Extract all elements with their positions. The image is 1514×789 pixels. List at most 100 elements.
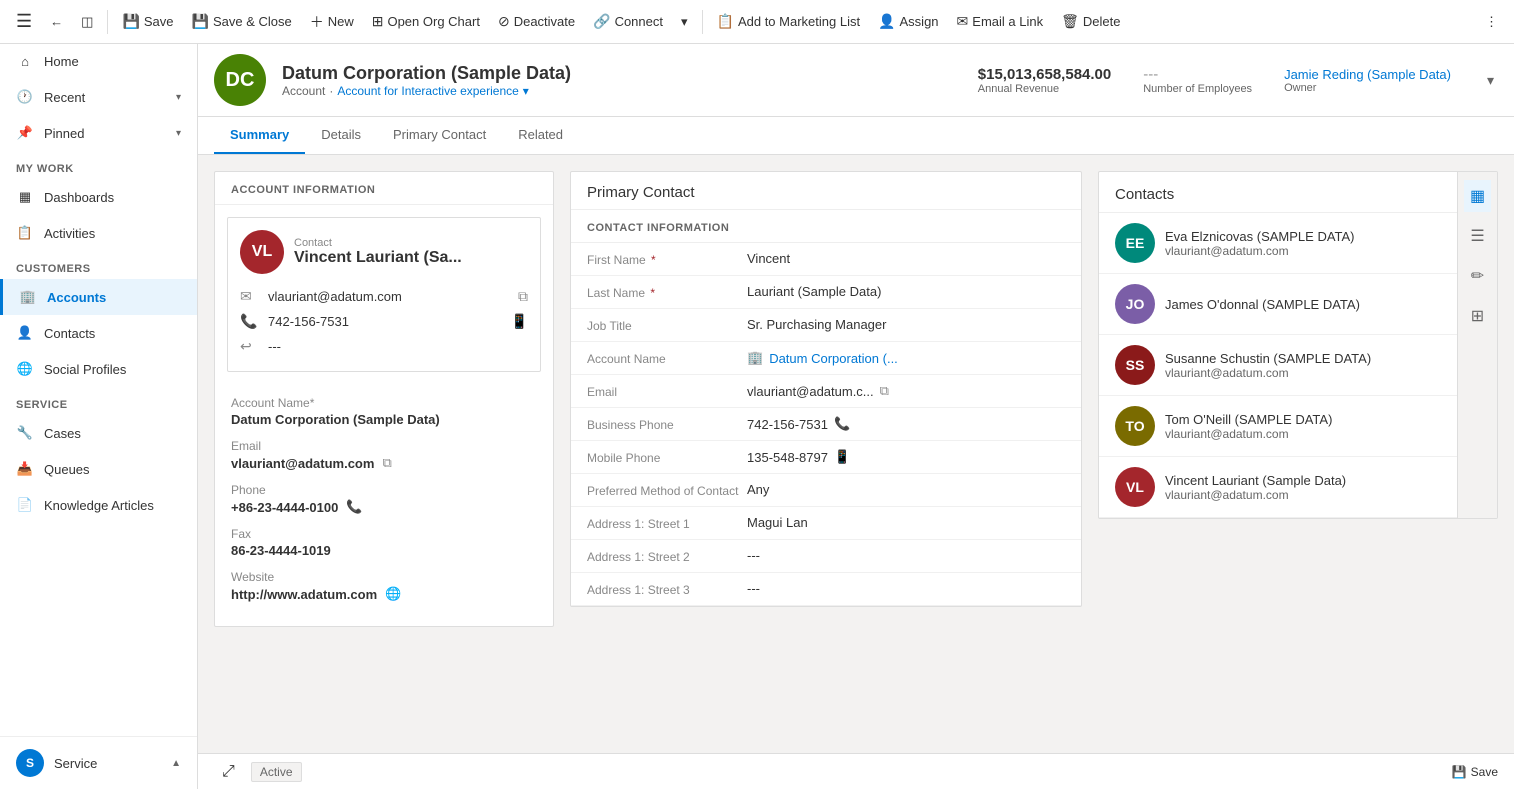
expand-form-button[interactable]: ⤢ (214, 759, 243, 785)
contact-extra-row: ↩ --- (240, 334, 528, 359)
vl-email: vlauriant@adatum.com (1165, 488, 1455, 502)
phone-field-row: +86-23-4444-0100 📞 (231, 499, 537, 515)
experience-chevron-icon: ▾ (523, 84, 529, 98)
field-phone: Phone +86-23-4444-0100 📞 (231, 483, 537, 515)
ee-name[interactable]: Eva Elznicovas (SAMPLE DATA) (1165, 229, 1455, 244)
service-section-label: Service (0, 387, 197, 415)
email-link-icon: ✉ (957, 13, 969, 30)
tab-summary[interactable]: Summary (214, 117, 305, 154)
call-icon[interactable]: 📱 (511, 313, 528, 330)
email-copy-icon[interactable]: ⧉ (382, 455, 391, 471)
vl-name[interactable]: Vincent Lauriant (Sample Data) (1165, 473, 1455, 488)
phone-field-value[interactable]: +86-23-4444-0100 (231, 500, 338, 515)
contacts-icon: 👤 (16, 325, 34, 341)
recent-chevron-icon: ▾ (176, 92, 181, 103)
open-org-chart-button[interactable]: ⊞ Open Org Chart (364, 9, 488, 34)
connect-chevron-button[interactable]: ▾ (673, 10, 696, 34)
service-avatar: S (16, 749, 44, 777)
sidebar-item-queues[interactable]: 📥 Queues (0, 451, 197, 487)
copy-email-icon[interactable]: ⧉ (518, 288, 528, 305)
contact-email-copy-icon[interactable]: ⧉ (880, 383, 889, 399)
expand-button[interactable]: ▾ (1483, 68, 1498, 93)
owner-value[interactable]: Jamie Reding (Sample Data) (1284, 67, 1451, 82)
entity-experience-link[interactable]: Account for Interactive experience (337, 84, 518, 98)
last-name-value[interactable]: Lauriant (Sample Data) (747, 284, 1065, 299)
tab-primary-contact[interactable]: Primary Contact (377, 117, 502, 154)
contact-account-name-label: Account Name (587, 350, 747, 366)
right-sidebar-grid-icon[interactable]: ▦ (1464, 180, 1491, 212)
list-item: EE Eva Elznicovas (SAMPLE DATA) vlaurian… (1099, 213, 1497, 274)
delete-icon: 🗑 (1061, 13, 1079, 30)
status-save-icon: 💾 (1452, 765, 1467, 779)
status-save-label[interactable]: Save (1471, 765, 1498, 779)
fax-field-value[interactable]: 86-23-4444-1019 (231, 543, 537, 558)
preferred-contact-value[interactable]: Any (747, 482, 1065, 497)
sidebar-footer-service[interactable]: S Service ▲ (0, 737, 197, 789)
annual-revenue-meta: $15,013,658,584.00 Annual Revenue (978, 66, 1111, 95)
num-employees-value: --- (1143, 66, 1252, 83)
contact-card-name: Vincent Lauriant (Sa... (294, 249, 462, 267)
sidebar-item-dashboards[interactable]: ▦ Dashboards (0, 179, 197, 215)
my-work-section-label: My Work (0, 151, 197, 179)
contact-email-form-value: vlauriant@adatum.c... ⧉ (747, 383, 1065, 399)
form-view-button[interactable]: ◫ (73, 10, 101, 34)
ee-avatar: EE (1115, 223, 1155, 263)
sidebar-item-recent[interactable]: 🕐 Recent ▾ (0, 79, 197, 115)
org-chart-icon: ⊞ (372, 13, 384, 30)
phone-call-icon[interactable]: 📞 (346, 499, 362, 515)
sidebar-item-knowledge[interactable]: 📄 Knowledge Articles (0, 487, 197, 523)
sidebar: ⌂ Home 🕐 Recent ▾ 📌 Pinned ▾ My Work ▦ D… (0, 44, 198, 789)
mobile-phone-call-icon[interactable]: 📱 (834, 449, 850, 465)
assign-button[interactable]: 👤 Assign (870, 9, 946, 34)
sidebar-item-pinned[interactable]: 📌 Pinned ▾ (0, 115, 197, 151)
sidebar-item-cases[interactable]: 🔧 Cases (0, 415, 197, 451)
right-sidebar-list-icon[interactable]: ☰ (1464, 220, 1490, 252)
website-field-row: http://www.adatum.com 🌐 (231, 586, 537, 602)
account-info-title: ACCOUNT INFORMATION (215, 172, 553, 205)
email-field-label: Email (231, 439, 537, 453)
right-sidebar-edit-icon[interactable]: ✏ (1465, 260, 1490, 292)
job-title-value[interactable]: Sr. Purchasing Manager (747, 317, 1065, 332)
address-street3-value[interactable]: --- (747, 581, 1065, 596)
deactivate-button[interactable]: ⊘ Deactivate (490, 9, 583, 34)
sidebar-item-accounts[interactable]: 🏢 Accounts (0, 279, 197, 315)
right-sidebar-table-icon[interactable]: ⊞ (1465, 300, 1490, 332)
toolbar: ☰ ← ◫ 💾 Save 💾 Save & Close ＋ New ⊞ Open… (0, 0, 1514, 44)
tab-related[interactable]: Related (502, 117, 579, 154)
queues-icon: 📥 (16, 461, 34, 477)
list-item: JO James O'donnal (SAMPLE DATA) ⋮ (1099, 274, 1497, 335)
pinned-icon: 📌 (16, 125, 34, 141)
jo-name[interactable]: James O'donnal (SAMPLE DATA) (1165, 297, 1455, 312)
address-street2-label: Address 1: Street 2 (587, 548, 747, 564)
sidebar-item-activities[interactable]: 📋 Activities (0, 215, 197, 251)
more-commands-button[interactable]: ⋮ (1477, 10, 1506, 34)
account-name-value[interactable]: Datum Corporation (Sample Data) (231, 412, 537, 427)
new-button[interactable]: ＋ New (302, 8, 362, 36)
list-item: VL Vincent Lauriant (Sample Data) vlauri… (1099, 457, 1497, 518)
website-globe-icon[interactable]: 🌐 (385, 586, 401, 602)
vl-info: Vincent Lauriant (Sample Data) vlauriant… (1165, 473, 1455, 502)
account-name-link[interactable]: Datum Corporation (... (769, 351, 898, 366)
ss-name[interactable]: Susanne Schustin (SAMPLE DATA) (1165, 351, 1455, 366)
connect-button[interactable]: 🔗 Connect (585, 9, 671, 34)
save-close-button[interactable]: 💾 Save & Close (184, 9, 300, 34)
status-badge: Active (251, 762, 302, 782)
hamburger-menu[interactable]: ☰ (8, 3, 40, 40)
to-name[interactable]: Tom O'Neill (SAMPLE DATA) (1165, 412, 1455, 427)
back-button[interactable]: ← (42, 10, 71, 33)
jo-avatar: JO (1115, 284, 1155, 324)
email-field-value[interactable]: vlauriant@adatum.com (231, 456, 374, 471)
website-field-value[interactable]: http://www.adatum.com (231, 587, 377, 602)
delete-button[interactable]: 🗑 Delete (1053, 9, 1128, 34)
sidebar-item-home[interactable]: ⌂ Home (0, 44, 197, 79)
sidebar-item-social-profiles[interactable]: 🌐 Social Profiles (0, 351, 197, 387)
tab-details[interactable]: Details (305, 117, 377, 154)
address-street2-value[interactable]: --- (747, 548, 1065, 563)
add-marketing-list-button[interactable]: 📋 Add to Marketing List (709, 9, 869, 34)
email-link-button[interactable]: ✉ Email a Link (949, 9, 1052, 34)
business-phone-call-icon[interactable]: 📞 (834, 416, 850, 432)
sidebar-item-contacts[interactable]: 👤 Contacts (0, 315, 197, 351)
address-street1-value[interactable]: Magui Lan (747, 515, 1065, 530)
first-name-value[interactable]: Vincent (747, 251, 1065, 266)
save-button[interactable]: 💾 Save (114, 9, 181, 34)
